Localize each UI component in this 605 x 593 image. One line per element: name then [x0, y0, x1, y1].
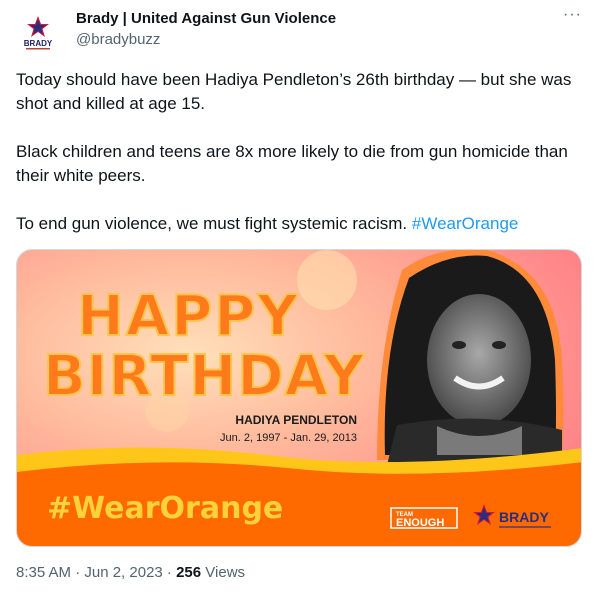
brady-logo-icon: BRADY	[24, 16, 53, 50]
tweet-paragraph: To end gun violence, we must fight syste…	[16, 212, 576, 236]
portrait-photo	[377, 250, 564, 465]
hashtag-link[interactable]: #WearOrange	[412, 214, 518, 233]
avatar[interactable]: BRADY	[16, 10, 60, 54]
avatar-text: BRADY	[24, 39, 53, 48]
views-count: 256	[176, 564, 202, 581]
tweet-meta: 8:35 AM · Jun 2, 2023 · 256 Views	[16, 564, 245, 581]
life-dates: Jun. 2, 1997 - Jan. 29, 2013	[220, 432, 357, 444]
display-name[interactable]: Brady | United Against Gun Violence	[76, 10, 336, 27]
wearorange-banner-text: #WearOrange	[47, 491, 283, 526]
tweet-image[interactable]: HAPPY BIRTHDAY HADIYA PENDLETON Jun. 2, …	[16, 249, 582, 547]
more-options-icon[interactable]: ···	[563, 6, 582, 24]
timestamp[interactable]: 8:35 AM · Jun 2, 2023 ·	[16, 564, 176, 581]
tweet-text: Today should have been Hadiya Pendleton’…	[16, 68, 576, 260]
tweet-paragraph: Black children and teens are 8x more lik…	[16, 142, 568, 185]
views-label: Views	[201, 564, 246, 581]
happy-text: HAPPY	[77, 284, 300, 349]
tweet-paragraph: Today should have been Hadiya Pendleton’…	[16, 70, 572, 113]
person-name: HADIYA PENDLETON	[235, 413, 357, 427]
brady-text: BRADY	[499, 509, 549, 525]
enough-text: ENOUGH	[396, 517, 444, 529]
birthday-text: BIRTHDAY	[43, 344, 366, 409]
tweet-card: BRADY Brady | United Against Gun Violenc…	[0, 0, 605, 593]
handle[interactable]: @bradybuzz	[76, 31, 160, 48]
tweet-paragraph-text: To end gun violence, we must fight syste…	[16, 214, 412, 233]
